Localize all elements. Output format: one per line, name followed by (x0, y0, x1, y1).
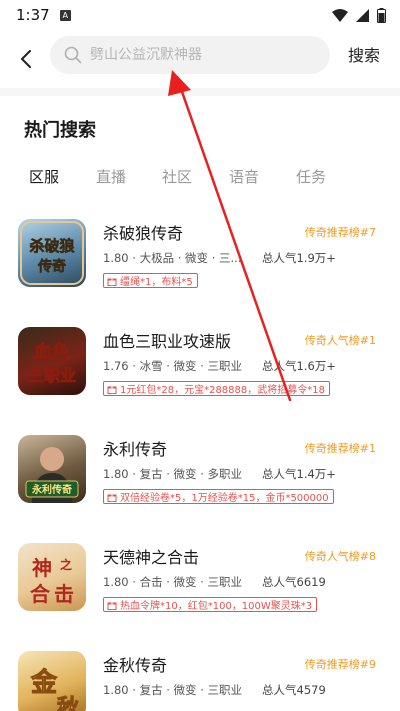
gift-icon (107, 384, 117, 394)
game-meta: 1.80 · 大极品 · 微变 · 三... (103, 251, 242, 265)
game-name: 永利传奇 (103, 440, 168, 459)
chevron-left-icon (21, 50, 31, 68)
gift-text: 缰绳*1，布料*5 (120, 277, 193, 288)
gift-icon (107, 276, 117, 286)
tab-voice[interactable]: 语音 (229, 166, 259, 187)
rank-badge: 传奇人气榜#8 (304, 550, 376, 563)
back-button[interactable] (0, 35, 52, 83)
gift-text: 1元红包*28，元宝*288888，武将招募令*18 (120, 385, 325, 396)
tab-server[interactable]: 区服 (29, 166, 59, 187)
popularity-count: 总人气6619 (262, 575, 326, 589)
svg-text:传奇: 传奇 (37, 258, 66, 275)
rank-badge: 传奇推荐榜#1 (304, 442, 376, 455)
svg-text:金: 金 (30, 667, 58, 698)
gift-icon (107, 492, 117, 502)
section-title: 热门搜索 (24, 120, 96, 141)
game-icon: 金秋 (18, 651, 86, 711)
svg-text:杀破狼: 杀破狼 (29, 237, 75, 255)
game-list-item[interactable]: 金秋 金秋传奇 传奇推荐榜#9 1.80 · 复古 · 微变 · 三职业 总人气… (0, 644, 400, 711)
game-name: 血色三职业攻速版 (103, 332, 232, 351)
game-icon: 血色 三职业 (18, 327, 86, 395)
notification-a-icon: A (59, 9, 71, 21)
svg-text:之: 之 (60, 557, 72, 572)
gift-tag: 1元红包*28，元宝*288888，武将招募令*18 (103, 381, 330, 396)
game-meta: 1.76 · 冰雪 · 微变 · 三职业 (103, 359, 243, 373)
tab-community[interactable]: 社区 (162, 166, 192, 187)
game-list-item[interactable]: 杀破狼 传奇 杀破狼传奇 传奇推荐榜#7 1.80 · 大极品 · 微变 · 三.… (0, 212, 400, 312)
search-button[interactable]: 搜索 (348, 42, 380, 66)
gift-tag: 双倍经验卷*5，1万经验卷*15，金币*500000 (103, 489, 334, 504)
game-list-item[interactable]: 永利传奇 永利传奇 传奇推荐榜#1 1.80 · 复古 · 微变 · 多职业 总… (0, 428, 400, 528)
popularity-count: 总人气1.4万+ (262, 467, 336, 481)
status-indicators (332, 7, 386, 23)
search-icon (64, 46, 82, 64)
gift-icon (107, 600, 117, 610)
game-list-item[interactable]: 神之合击 天德神之合击 传奇人气榜#8 1.80 · 合击 · 微变 · 三职业… (0, 536, 400, 636)
header-divider (0, 88, 400, 96)
svg-text:永利传奇: 永利传奇 (31, 483, 72, 496)
gift-text: 热血令牌*10，红包*100，100W聚灵珠*3 (120, 601, 313, 612)
rank-badge: 传奇推荐榜#7 (304, 226, 376, 239)
search-input[interactable] (90, 47, 310, 63)
svg-text:神: 神 (32, 556, 52, 580)
game-name: 杀破狼传奇 (103, 224, 184, 243)
gift-tag: 缰绳*1，布料*5 (103, 273, 198, 288)
battery-icon (377, 7, 386, 23)
gift-text: 双倍经验卷*5，1万经验卷*15，金币*500000 (120, 493, 329, 504)
tab-tasks[interactable]: 任务 (296, 166, 326, 187)
game-name: 金秋传奇 (103, 656, 168, 675)
popularity-count: 总人气1.9万+ (262, 251, 336, 265)
gift-tag: 热血令牌*10，红包*100，100W聚灵珠*3 (103, 597, 318, 612)
game-meta: 1.80 · 合击 · 微变 · 三职业 (103, 575, 243, 589)
popularity-count: 总人气1.6万+ (262, 359, 336, 373)
game-icon: 永利传奇 (18, 435, 86, 503)
status-bar: 1:37 A (0, 0, 400, 30)
game-icon: 杀破狼 传奇 (18, 219, 86, 287)
game-icon: 神之合击 (18, 543, 86, 611)
game-list-item[interactable]: 血色三职业 血色三职业攻速版 传奇人气榜#1 1.76 · 冰雪 · 微变 · … (0, 320, 400, 420)
rank-badge: 传奇人气榜#1 (304, 334, 376, 347)
game-name: 天德神之合击 (103, 548, 200, 567)
game-meta: 1.80 · 复古 · 微变 · 多职业 (103, 467, 243, 481)
game-meta: 1.80 · 复古 · 微变 · 三职业 (103, 683, 243, 697)
svg-text:三职业: 三职业 (28, 366, 76, 385)
search-box[interactable] (50, 36, 330, 74)
svg-text:击: 击 (54, 582, 74, 606)
signal-icon (356, 8, 369, 22)
svg-text:血色: 血色 (34, 341, 70, 363)
rank-badge: 传奇推荐榜#9 (304, 658, 376, 671)
svg-text:秋: 秋 (57, 695, 80, 711)
category-tabs: 区服 直播 社区 语音 任务 (0, 166, 400, 190)
popularity-count: 总人气4579 (262, 683, 326, 697)
search-header: 搜索 (0, 30, 400, 88)
tab-live[interactable]: 直播 (96, 166, 126, 187)
wifi-icon (332, 8, 348, 22)
svg-text:合: 合 (30, 582, 51, 606)
status-time: 1:37 (16, 6, 50, 24)
